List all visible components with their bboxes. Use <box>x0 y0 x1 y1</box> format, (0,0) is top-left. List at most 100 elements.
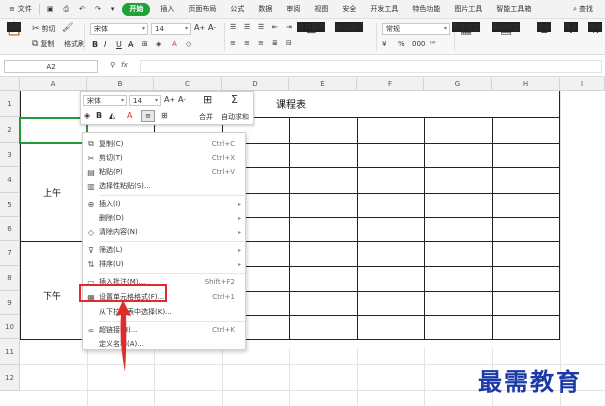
quick-redo-icon[interactable]: ↷ <box>90 0 106 19</box>
tab-page-layout[interactable]: 页面布局 <box>181 0 223 19</box>
column-header-d[interactable]: D <box>222 77 289 91</box>
quick-save-icon[interactable]: ▣ <box>42 0 59 19</box>
underline-button[interactable]: U <box>116 40 122 49</box>
font-size-select[interactable]: 14 ▾ <box>151 23 191 35</box>
tab-view[interactable]: 视图 <box>307 0 335 19</box>
merge-center-button[interactable]: ⊞ 合并居中 <box>297 22 326 37</box>
row-header-1[interactable]: 1 <box>0 91 20 117</box>
column-header-i[interactable]: I <box>560 77 605 91</box>
row-header-3[interactable]: 3 <box>0 143 20 167</box>
mini-align-center-icon[interactable]: ≡ <box>141 110 155 122</box>
mini-bold-button[interactable]: B <box>96 111 102 120</box>
grow-font-icon[interactable]: A + <box>194 23 205 32</box>
align-top-icon[interactable]: ☰ <box>230 23 236 31</box>
justify-icon[interactable]: ≣ <box>272 39 278 47</box>
font-name-select[interactable]: 宋体 ▾ <box>90 23 148 35</box>
align-bottom-icon[interactable]: ☰ <box>258 23 264 31</box>
currency-icon[interactable]: ¥ <box>382 40 386 48</box>
percent-button[interactable]: % <box>398 40 405 48</box>
mini-merge-button[interactable]: 合并 <box>199 112 213 122</box>
sort-button[interactable]: ⇅ 排序 <box>588 22 603 37</box>
mini-merge-icon[interactable]: ⊞ <box>203 93 212 106</box>
tab-review[interactable]: 审阅 <box>279 0 307 19</box>
mini-sigma-icon[interactable]: Σ <box>231 93 238 106</box>
format-painter-button[interactable]: 格式刷 <box>64 39 85 49</box>
name-box[interactable]: A2 <box>4 60 98 73</box>
column-header-b[interactable]: B <box>87 77 154 91</box>
mini-fill-color-icon[interactable]: ◭ <box>109 111 115 120</box>
tab-smart-toolbox[interactable]: 智能工具箱 <box>489 0 538 19</box>
tab-security[interactable]: 安全 <box>335 0 363 19</box>
paste-button[interactable]: 📋 粘贴 <box>6 22 22 37</box>
mini-border-icon[interactable]: ⊞ <box>161 111 168 120</box>
column-header-g[interactable]: G <box>424 77 492 91</box>
menu-item-clear[interactable]: ◇ 清除内容(N) ▸ <box>83 225 245 239</box>
selected-cell-a2[interactable] <box>19 117 88 144</box>
distribute-icon[interactable]: ⊟ <box>286 39 292 47</box>
menu-item-delete[interactable]: 删除(D) ▸ <box>83 211 245 225</box>
align-middle-icon[interactable]: ☰ <box>244 23 250 31</box>
file-menu[interactable]: ≡ 文件 <box>4 0 37 19</box>
menu-item-cut[interactable]: ✂ 剪切(T) Ctrl+X <box>83 151 245 165</box>
select-all-corner[interactable] <box>0 77 20 91</box>
quick-more-icon[interactable]: ▾ <box>106 0 120 19</box>
fx-icon[interactable]: fx <box>121 61 128 69</box>
row-header-11[interactable]: 11 <box>0 339 20 365</box>
row-header-8[interactable]: 8 <box>0 266 20 291</box>
quick-undo-icon[interactable]: ↶ <box>74 0 90 19</box>
zoom-icon[interactable]: ⚲ <box>110 61 115 69</box>
row-header-2[interactable]: 2 <box>0 117 20 143</box>
tab-picture-tools[interactable]: 图片工具 <box>447 0 489 19</box>
row-header-7[interactable]: 7 <box>0 241 20 266</box>
mini-font-name-select[interactable]: 宋体 ▾ <box>83 95 127 106</box>
menu-item-paste-special[interactable]: ▥ 选择性粘贴(S)... <box>83 179 245 193</box>
menu-item-define-name[interactable]: 定义名称(A)... <box>83 337 245 351</box>
border-icon[interactable]: ⊞ <box>142 40 148 48</box>
row-header-5[interactable]: 5 <box>0 193 20 217</box>
column-header-c[interactable]: C <box>154 77 222 91</box>
mini-grow-font-icon[interactable]: A + <box>164 95 175 104</box>
copy-button[interactable]: ⧉ 复制 <box>32 39 54 49</box>
shrink-font-icon[interactable]: A- <box>208 23 216 32</box>
align-center-icon[interactable]: ≡ <box>244 39 250 47</box>
quick-print-icon[interactable]: ⎙ <box>59 0 75 19</box>
mini-shrink-font-icon[interactable]: A- <box>178 95 186 104</box>
row-header-9[interactable]: 9 <box>0 291 20 315</box>
menu-item-pick-from-list[interactable]: 从下拉列表中选择(K)... <box>83 305 245 319</box>
menu-item-hyperlink[interactable]: ∞ 超链接(H)... Ctrl+K <box>83 323 245 337</box>
menu-item-paste[interactable]: ▤ 粘贴(P) Ctrl+V <box>83 165 245 179</box>
number-format-select[interactable]: 常规 ▾ <box>382 23 450 35</box>
menu-item-sort[interactable]: ⇅ 排序(U) ▸ <box>83 257 245 271</box>
row-header-12[interactable]: 12 <box>0 365 20 391</box>
column-header-f[interactable]: F <box>357 77 424 91</box>
mini-font-color-icon[interactable]: A <box>127 111 132 120</box>
tab-home[interactable]: 开始 <box>122 2 151 16</box>
column-header-h[interactable]: H <box>492 77 560 91</box>
tab-data[interactable]: 数据 <box>251 0 279 19</box>
wrap-text-button[interactable]: ↵ 自动换行 <box>335 22 364 37</box>
tab-developer[interactable]: 开发工具 <box>363 0 405 19</box>
bold-button[interactable]: B <box>92 40 98 49</box>
column-header-a[interactable]: A <box>20 77 87 91</box>
tab-insert[interactable]: 插入 <box>153 0 181 19</box>
thousands-button[interactable]: 000 <box>412 40 425 48</box>
align-left-icon[interactable]: ≡ <box>230 39 236 47</box>
conditional-format-button[interactable]: ▦ 条件格式 <box>452 22 481 37</box>
table-style-button[interactable]: ▤ 表格样式 <box>492 22 521 37</box>
menu-item-copy[interactable]: ⧉ 复制(C) Ctrl+C <box>83 137 245 151</box>
brush-icon[interactable]: 🖌 <box>62 23 75 33</box>
tab-formula[interactable]: 公式 <box>223 0 251 19</box>
row-header-10[interactable]: 10 <box>0 315 20 339</box>
decimal-icon[interactable]: ⁰⁰ <box>430 40 436 48</box>
menu-item-insert[interactable]: ⊕ 插入(I) ▸ <box>83 197 245 211</box>
italic-button[interactable]: I <box>104 40 106 49</box>
indent-icon[interactable]: ⇤ <box>272 23 278 31</box>
search-box[interactable]: ⌕ 查找 <box>573 4 605 14</box>
strikethrough-icon[interactable]: A̶ <box>128 40 133 49</box>
sum-button[interactable]: Σ 求和 <box>537 22 552 37</box>
mini-fill-icon[interactable]: ◈ <box>84 111 90 120</box>
mini-autosum-button[interactable]: 自动求和 <box>221 112 249 122</box>
eraser-icon[interactable]: ◇ <box>186 40 191 48</box>
outdent-icon[interactable]: ⇥ <box>286 23 292 31</box>
filter-button[interactable]: ⊽ 筛选 <box>563 22 578 37</box>
